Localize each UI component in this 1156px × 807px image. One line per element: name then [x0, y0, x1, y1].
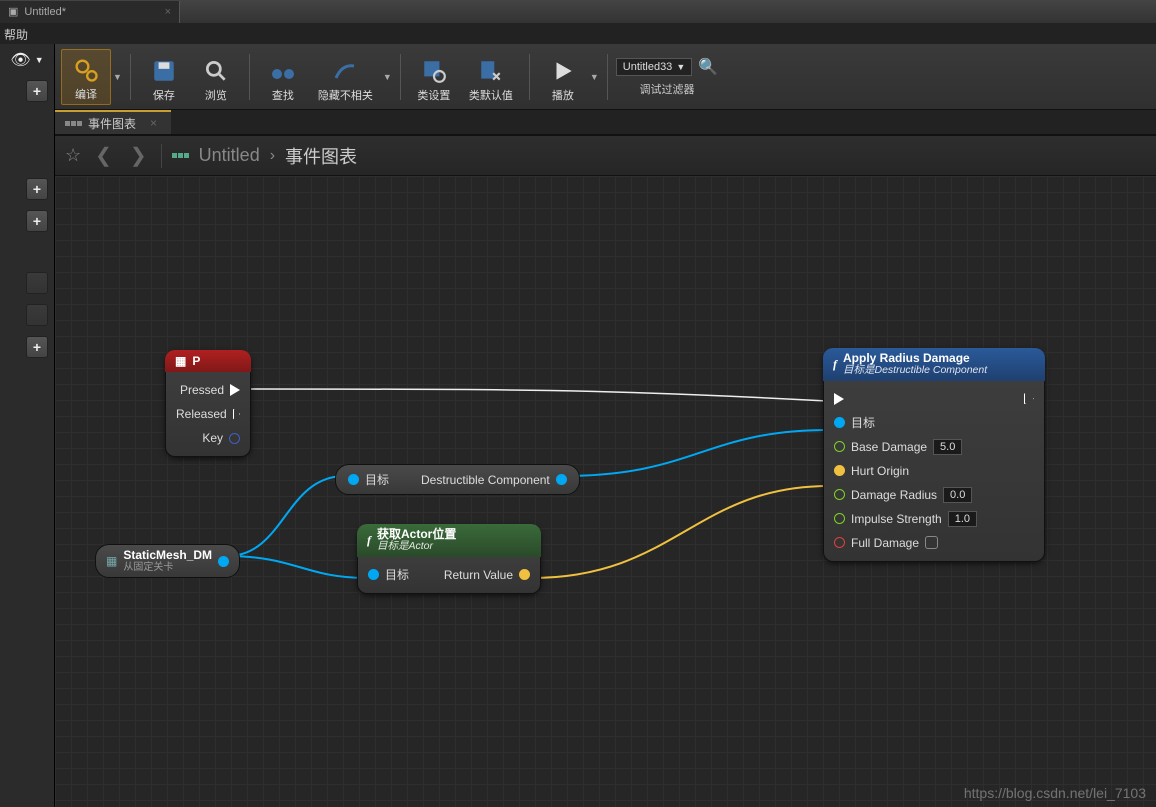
- chevron-down-icon: ▼: [35, 55, 44, 65]
- pin-target[interactable]: [834, 417, 845, 428]
- pin-pressed[interactable]: Pressed: [180, 383, 224, 397]
- pin-exec-out[interactable]: [1024, 393, 1034, 404]
- nav-back-icon[interactable]: ❮: [91, 143, 116, 168]
- pin-key[interactable]: Key: [202, 431, 223, 445]
- document-tab[interactable]: ▣ Untitled* ×: [0, 1, 180, 23]
- pin-hurt-origin[interactable]: [834, 465, 845, 476]
- menu-help[interactable]: 帮助: [4, 26, 28, 43]
- document-title: Untitled*: [24, 6, 66, 18]
- pin-released[interactable]: Released: [176, 407, 227, 421]
- floppy-icon: [150, 57, 178, 85]
- breadcrumb-bar: ☆ ❮ ❯ Untitled › 事件图表: [55, 136, 1156, 176]
- defaults-icon: [477, 57, 505, 85]
- close-icon[interactable]: ×: [165, 6, 171, 18]
- tab-event-graph[interactable]: 事件图表 ×: [55, 110, 171, 134]
- tab-strip: 事件图表 ×: [55, 110, 1156, 136]
- class-settings-button[interactable]: 类设置: [409, 49, 459, 105]
- pin-full-damage[interactable]: [834, 537, 845, 548]
- gears-icon: [72, 56, 100, 84]
- keyboard-icon: ▦: [175, 354, 186, 368]
- component-icon: ▦: [106, 554, 117, 568]
- pin-base-damage[interactable]: [834, 441, 845, 452]
- graph-canvas[interactable]: ▦P Pressed Released Key ▦ StaticMesh_DM …: [55, 176, 1156, 807]
- class-defaults-button[interactable]: 类默认值: [461, 49, 521, 105]
- close-tab-icon[interactable]: ×: [150, 116, 157, 130]
- pin-damage-radius[interactable]: [834, 489, 845, 500]
- browse-button[interactable]: 浏览: [191, 49, 241, 105]
- add-button-3[interactable]: +: [26, 210, 48, 232]
- pin-target[interactable]: [368, 569, 379, 580]
- play-dropdown[interactable]: ▼: [590, 72, 599, 82]
- eye-icon: 👁: [10, 50, 30, 70]
- compile-button[interactable]: 编译: [61, 49, 111, 105]
- hide-dropdown[interactable]: ▼: [383, 72, 392, 82]
- node-get-actor-location[interactable]: f 获取Actor位置 目标是Actor 目标 Return Value: [357, 524, 541, 594]
- pin-target-in[interactable]: [348, 474, 359, 485]
- add-button-2[interactable]: +: [26, 178, 48, 200]
- play-icon: [549, 57, 577, 85]
- node-apply-radius-damage[interactable]: f Apply Radius Damage 目标是Destructible Co…: [823, 348, 1045, 562]
- save-button[interactable]: 保存: [139, 49, 189, 105]
- chevron-right-icon: ›: [270, 147, 275, 165]
- pin-return[interactable]: [519, 569, 530, 580]
- compile-dropdown[interactable]: ▼: [113, 72, 122, 82]
- chevron-down-icon: ▼: [676, 62, 685, 72]
- pin-output[interactable]: [218, 556, 229, 567]
- panel-slot-1[interactable]: [26, 272, 48, 294]
- function-icon: f: [833, 357, 837, 372]
- add-button-1[interactable]: +: [26, 80, 48, 102]
- debug-filter-label: 调试过滤器: [639, 81, 694, 97]
- menubar: 帮助: [0, 24, 1156, 44]
- breadcrumb-root[interactable]: Untitled: [199, 145, 260, 166]
- left-panel: 👁▼ + + + +: [0, 44, 55, 807]
- node-input-p[interactable]: ▦P Pressed Released Key: [165, 350, 251, 457]
- search-icon[interactable]: 🔍: [698, 57, 718, 77]
- play-button[interactable]: 播放: [538, 49, 588, 105]
- graph-icon: [172, 153, 189, 158]
- visibility-toggle[interactable]: 👁▼: [0, 50, 54, 70]
- find-button[interactable]: 查找: [258, 49, 308, 105]
- full-damage-checkbox[interactable]: [925, 536, 938, 549]
- pin-impulse-strength[interactable]: [834, 513, 845, 524]
- titlebar: ▣ Untitled* ×: [0, 0, 1156, 24]
- toolbar: 编译 ▼ 保存 浏览 查找 隐藏不相关 ▼: [55, 44, 1156, 110]
- magnifier-icon: [202, 57, 230, 85]
- favorite-icon[interactable]: ☆: [65, 145, 81, 166]
- hide-icon: [331, 57, 359, 85]
- add-button-4[interactable]: +: [26, 336, 48, 358]
- node-destructible-component[interactable]: 目标 Destructible Component: [335, 464, 580, 495]
- binoculars-icon: [269, 57, 297, 85]
- watermark: https://blog.csdn.net/lei_7103: [964, 785, 1146, 801]
- ue-logo-icon: ▣: [8, 5, 18, 18]
- pin-output[interactable]: [556, 474, 567, 485]
- graph-icon: [65, 121, 82, 126]
- pin-exec-in[interactable]: [834, 393, 844, 405]
- nav-forward-icon[interactable]: ❯: [126, 143, 151, 168]
- hide-unrelated-button[interactable]: 隐藏不相关: [310, 49, 381, 105]
- node-static-mesh[interactable]: ▦ StaticMesh_DM 从固定关卡: [95, 544, 240, 578]
- settings-icon: [420, 57, 448, 85]
- function-icon: f: [367, 533, 371, 548]
- panel-slot-2[interactable]: [26, 304, 48, 326]
- breadcrumb-current[interactable]: 事件图表: [285, 143, 357, 169]
- debug-object-dropdown[interactable]: Untitled33 ▼ 🔍: [616, 57, 718, 77]
